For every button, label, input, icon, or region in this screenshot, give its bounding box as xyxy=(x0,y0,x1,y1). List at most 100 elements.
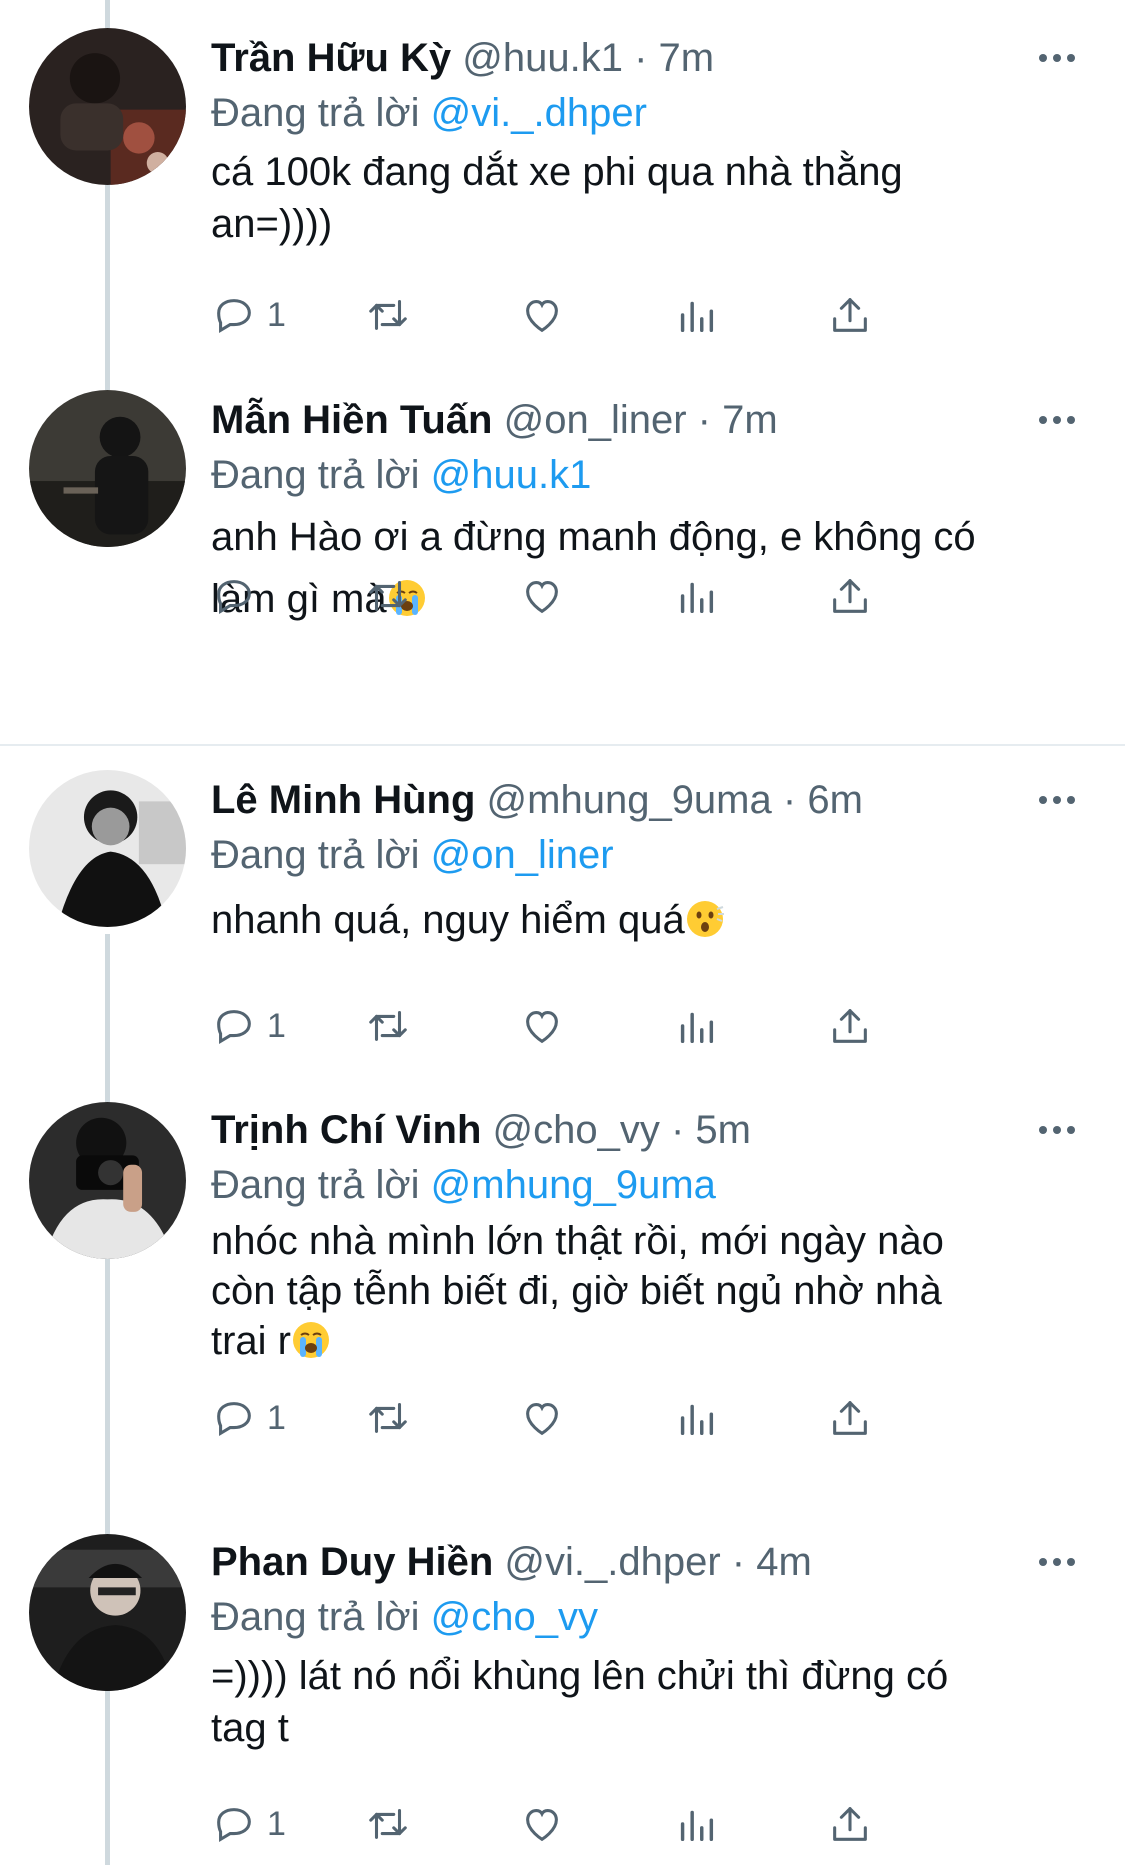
heart-icon xyxy=(526,581,558,614)
user-handle[interactable]: @on_liner xyxy=(504,398,687,442)
more-options-icon[interactable] xyxy=(1015,1532,1075,1592)
tweet[interactable]: Lê Minh Hùng @mhung_9uma · 6m Đang trả l… xyxy=(0,770,1125,1090)
timestamp[interactable]: 4m xyxy=(756,1540,812,1584)
display-name[interactable]: Phan Duy Hiền xyxy=(211,1540,493,1584)
avatar[interactable] xyxy=(29,1102,186,1259)
avatar[interactable] xyxy=(29,28,186,185)
reply-icon xyxy=(217,580,251,615)
reply-count: 1 xyxy=(267,295,286,334)
reply-count: 1 xyxy=(267,1398,286,1437)
analytics-button[interactable] xyxy=(673,1388,719,1448)
separator-dot: · xyxy=(670,1108,685,1152)
timestamp[interactable]: 7m xyxy=(722,398,778,442)
replying-to-label: Đang trả lời xyxy=(211,1595,420,1639)
separator-dot: · xyxy=(634,36,648,80)
display-name[interactable]: Lê Minh Hùng xyxy=(211,778,475,822)
retweet-icon xyxy=(369,1011,407,1041)
more-options-icon[interactable] xyxy=(1015,28,1075,88)
timestamp[interactable]: 5m xyxy=(695,1108,751,1152)
analytics-button[interactable] xyxy=(673,996,719,1056)
retweet-button[interactable] xyxy=(365,996,411,1056)
retweet-button[interactable] xyxy=(365,566,411,626)
retweet-button[interactable] xyxy=(365,1388,411,1448)
display-name[interactable]: Mẫn Hiền Tuấn xyxy=(211,398,492,442)
share-button[interactable] xyxy=(827,1794,873,1854)
display-name[interactable]: Trịnh Chí Vinh xyxy=(211,1108,481,1152)
reply-count: 1 xyxy=(267,1804,286,1843)
retweet-button[interactable] xyxy=(365,285,411,345)
analytics-button[interactable] xyxy=(673,1794,719,1854)
share-button[interactable] xyxy=(827,566,873,626)
heart-icon xyxy=(526,300,558,333)
retweet-icon xyxy=(369,1809,407,1839)
share-button[interactable] xyxy=(827,996,873,1056)
heart-icon xyxy=(526,1403,558,1436)
reply-button[interactable]: 1 xyxy=(211,1794,286,1854)
user-handle[interactable]: @huu.k1 xyxy=(462,36,623,80)
reply-mention-link[interactable]: @huu.k1 xyxy=(431,453,592,497)
reply-button[interactable]: 1 xyxy=(211,285,286,345)
reply-icon xyxy=(217,299,251,334)
analytics-icon xyxy=(680,1404,714,1436)
reply-mention-link[interactable]: @on_liner xyxy=(431,833,614,877)
retweet-button[interactable] xyxy=(365,1794,411,1854)
separator-dot: · xyxy=(782,778,797,822)
tweet-text: cá 100k đang dắt xe phi qua nhà thằng an… xyxy=(211,150,903,246)
like-button[interactable] xyxy=(519,1794,565,1854)
avatar[interactable] xyxy=(29,390,186,547)
reply-mention-link[interactable]: @mhung_9uma xyxy=(431,1163,716,1207)
tweet[interactable]: Mẫn Hiền Tuấn @on_liner · 7m Đang trả lờ… xyxy=(0,390,1125,740)
avatar[interactable] xyxy=(29,770,186,927)
retweet-icon xyxy=(369,300,407,330)
share-icon xyxy=(833,579,867,613)
replying-to-label: Đang trả lời xyxy=(211,833,420,877)
display-name[interactable]: Trần Hữu Kỳ xyxy=(211,36,451,80)
conversation-divider xyxy=(0,744,1125,746)
analytics-button[interactable] xyxy=(673,566,719,626)
share-button[interactable] xyxy=(827,285,873,345)
reply-button[interactable]: 1 xyxy=(211,996,286,1056)
reply-button[interactable]: 1 xyxy=(211,1388,286,1448)
replying-to-label: Đang trả lời xyxy=(211,91,420,135)
share-icon xyxy=(833,1009,867,1043)
tweet[interactable]: Trịnh Chí Vinh @cho_vy · 5m Đang trả lời… xyxy=(0,1100,1125,1520)
user-handle[interactable]: @mhung_9uma xyxy=(487,778,772,822)
analytics-icon xyxy=(680,1810,714,1842)
analytics-icon xyxy=(680,1012,714,1044)
tweet-text: nhanh quá, nguy hiểm quá xyxy=(211,898,685,942)
user-handle[interactable]: @cho_vy xyxy=(493,1108,660,1152)
avatar[interactable] xyxy=(29,1534,186,1691)
more-options-icon[interactable] xyxy=(1015,1100,1075,1160)
heart-icon xyxy=(526,1809,558,1842)
like-button[interactable] xyxy=(519,566,565,626)
share-icon xyxy=(833,1807,867,1841)
share-button[interactable] xyxy=(827,1388,873,1448)
heart-icon xyxy=(526,1011,558,1044)
reply-icon xyxy=(217,1808,251,1843)
timestamp[interactable]: 6m xyxy=(807,778,863,822)
reply-button[interactable] xyxy=(211,566,267,626)
reply-count: 1 xyxy=(267,1006,286,1045)
face-with-open-mouth-emoji xyxy=(685,899,725,939)
like-button[interactable] xyxy=(519,1388,565,1448)
tweet[interactable]: Phan Duy Hiền @vi._.dhper · 4m Đang trả … xyxy=(0,1532,1125,1865)
reply-mention-link[interactable]: @cho_vy xyxy=(431,1595,598,1639)
timestamp[interactable]: 7m xyxy=(659,36,715,80)
analytics-icon xyxy=(680,301,714,333)
reply-icon xyxy=(217,1010,251,1045)
more-options-icon[interactable] xyxy=(1015,770,1075,830)
reply-icon xyxy=(217,1402,251,1437)
separator-dot: · xyxy=(731,1540,746,1584)
tweet[interactable]: Trần Hữu Kỳ @huu.k1 · 7m Đang trả lời @v… xyxy=(0,0,1125,380)
replying-to-label: Đang trả lời xyxy=(211,1163,420,1207)
share-icon xyxy=(833,1401,867,1435)
like-button[interactable] xyxy=(519,285,565,345)
user-handle[interactable]: @vi._.dhper xyxy=(504,1540,720,1584)
more-options-icon[interactable] xyxy=(1015,390,1075,450)
reply-mention-link[interactable]: @vi._.dhper xyxy=(431,91,647,135)
tweet-text: =)))) lát nó nổi khùng lên chửi thì đừng… xyxy=(211,1654,949,1750)
retweet-icon xyxy=(369,1403,407,1433)
like-button[interactable] xyxy=(519,996,565,1056)
analytics-icon xyxy=(680,582,714,614)
analytics-button[interactable] xyxy=(673,285,719,345)
